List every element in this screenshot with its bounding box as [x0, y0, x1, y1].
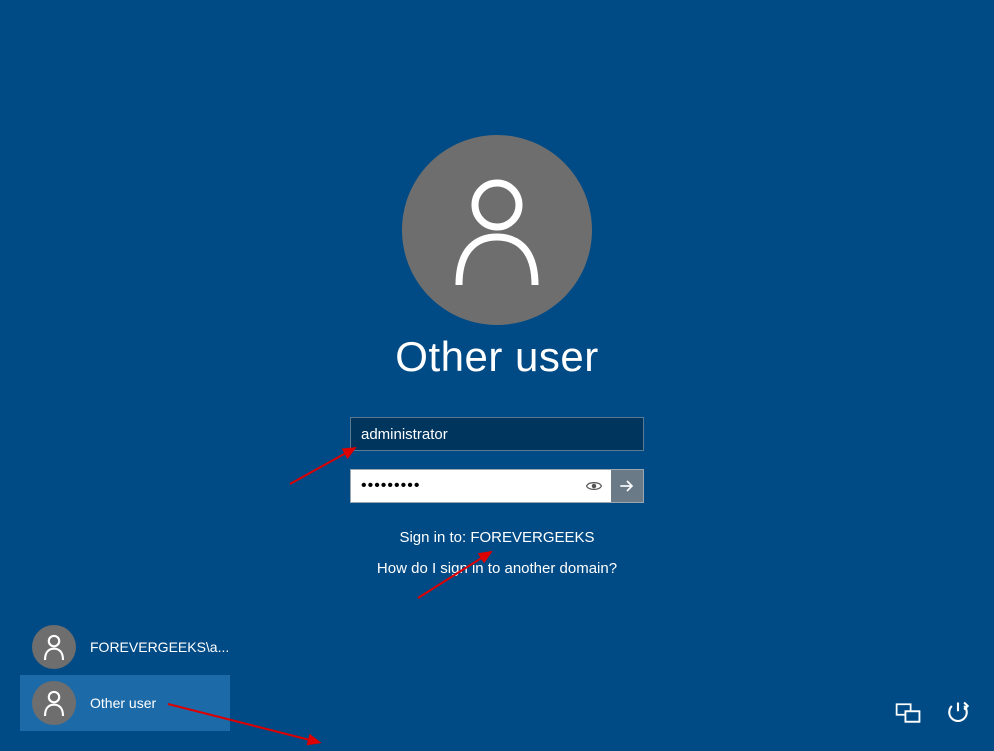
- login-title: Other user: [395, 333, 598, 381]
- login-panel: Other user Sign in to: FOREVERGEEKS How …: [337, 135, 657, 577]
- user-item-label: Other user: [90, 695, 156, 711]
- user-item-forevergeeks[interactable]: FOREVERGEEKS\a...: [20, 619, 230, 675]
- user-avatar-icon: [32, 625, 76, 669]
- user-avatar-icon: [402, 135, 592, 325]
- password-input[interactable]: [351, 470, 578, 502]
- user-item-label: FOREVERGEEKS\a...: [90, 639, 229, 655]
- username-input[interactable]: [350, 417, 644, 451]
- eye-icon: [585, 477, 603, 495]
- power-button[interactable]: [942, 697, 974, 729]
- arrow-right-icon: [617, 476, 637, 496]
- other-domain-help-link[interactable]: How do I sign in to another domain?: [377, 560, 617, 577]
- user-item-other[interactable]: Other user: [20, 675, 230, 731]
- user-avatar-icon: [32, 681, 76, 725]
- power-icon: [944, 699, 972, 727]
- network-icon: [894, 699, 922, 727]
- user-switcher-list: FOREVERGEEKS\a... Other user: [20, 619, 230, 731]
- ease-of-access-button[interactable]: [892, 697, 924, 729]
- reveal-password-button[interactable]: [578, 470, 611, 502]
- signin-domain-label: Sign in to: FOREVERGEEKS: [399, 529, 594, 546]
- submit-button[interactable]: [611, 470, 644, 502]
